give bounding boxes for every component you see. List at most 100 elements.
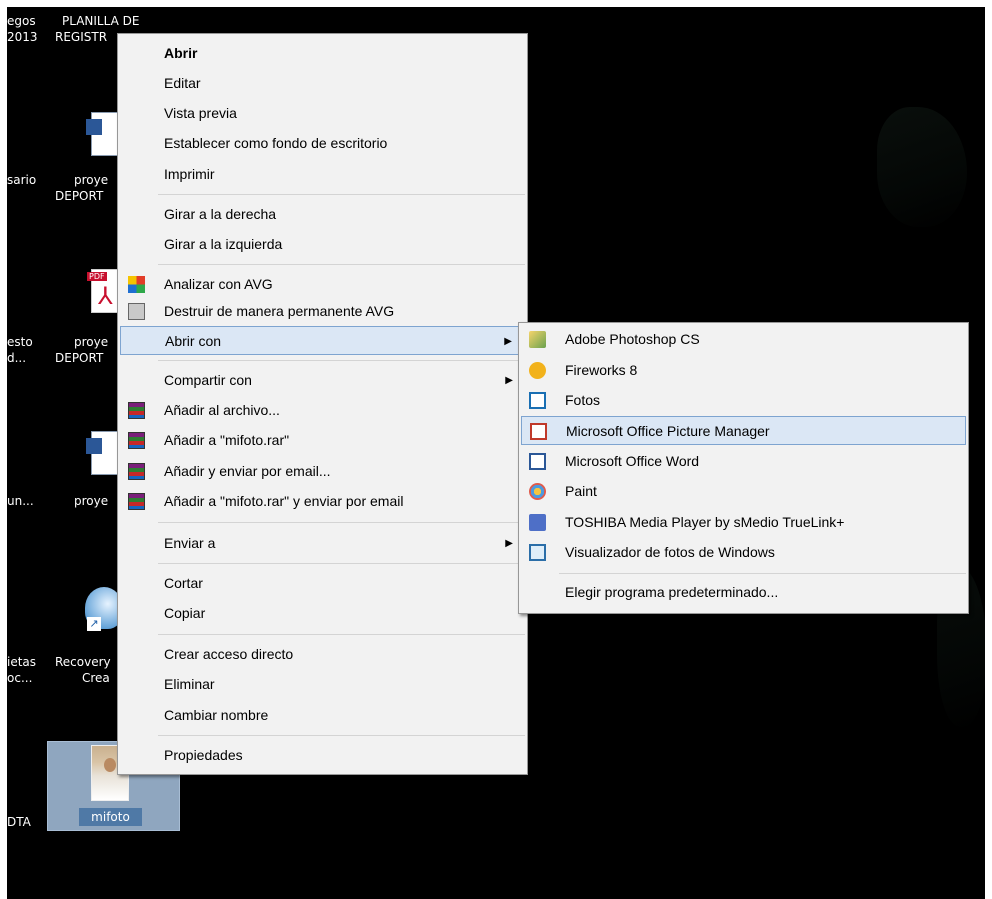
desktop-icon-label[interactable]: DEPORT bbox=[55, 189, 103, 204]
app-item-visualizador-fotos[interactable]: Visualizador de fotos de Windows bbox=[521, 538, 966, 567]
desktop-icon-label[interactable]: Crea bbox=[82, 671, 110, 686]
menu-item-cambiar-nombre[interactable]: Cambiar nombre bbox=[120, 701, 525, 730]
shredder-icon bbox=[128, 303, 145, 320]
menu-item-label: Microsoft Office Picture Manager bbox=[566, 423, 770, 439]
picture-manager-icon bbox=[530, 423, 547, 440]
app-item-toshiba-media-player[interactable]: TOSHIBA Media Player by sMedio TrueLink+ bbox=[521, 508, 966, 537]
desktop-icon-label[interactable]: proye bbox=[74, 335, 108, 350]
desktop-icon-label[interactable]: PLANILLA DE bbox=[62, 14, 139, 29]
app-item-paint[interactable]: Paint bbox=[521, 477, 966, 506]
menu-item-label: Vista previa bbox=[164, 105, 237, 121]
menu-item-editar[interactable]: Editar bbox=[120, 69, 525, 98]
menu-item-label: Editar bbox=[164, 75, 201, 91]
menu-item-label: Copiar bbox=[164, 605, 206, 621]
desktop-label: un... bbox=[7, 494, 34, 508]
menu-item-vista-previa[interactable]: Vista previa bbox=[120, 99, 525, 128]
menu-item-label: Añadir a "mifoto.rar" bbox=[164, 432, 290, 448]
desktop-icon-label[interactable]: REGISTR bbox=[55, 30, 107, 45]
desktop-icon-label[interactable]: Recovery bbox=[55, 655, 111, 670]
menu-separator bbox=[158, 735, 525, 736]
menu-item-enviar-a[interactable]: Enviar a ▶ bbox=[120, 529, 525, 558]
menu-item-anadir-rar-email[interactable]: Añadir a "mifoto.rar" y enviar por email bbox=[120, 487, 525, 516]
app-item-picture-manager[interactable]: Microsoft Office Picture Manager bbox=[521, 416, 966, 445]
menu-item-label: Propiedades bbox=[164, 747, 243, 763]
desktop-label: sario bbox=[7, 173, 37, 187]
desktop-label: egos bbox=[7, 14, 36, 28]
media-player-icon bbox=[529, 514, 546, 531]
desktop-label: DTA bbox=[7, 815, 31, 829]
menu-item-label: Enviar a bbox=[164, 535, 216, 551]
menu-item-abrir[interactable]: Abrir bbox=[120, 39, 525, 68]
photoshop-icon bbox=[529, 331, 546, 348]
menu-item-girar-derecha[interactable]: Girar a la derecha bbox=[120, 200, 525, 229]
menu-separator bbox=[158, 194, 525, 195]
menu-item-anadir-rar[interactable]: Añadir a "mifoto.rar" bbox=[120, 426, 525, 455]
menu-item-label: Abrir bbox=[164, 45, 198, 61]
winrar-icon bbox=[128, 402, 145, 419]
app-item-fotos[interactable]: Fotos bbox=[521, 386, 966, 415]
menu-item-label: Abrir con bbox=[165, 333, 222, 349]
menu-item-label: Paint bbox=[565, 483, 597, 499]
desktop-icon-label[interactable]: proye bbox=[74, 173, 108, 188]
menu-item-imprimir[interactable]: Imprimir bbox=[120, 160, 525, 189]
menu-item-propiedades[interactable]: Propiedades bbox=[120, 741, 525, 770]
menu-item-fondo-escritorio[interactable]: Establecer como fondo de escritorio bbox=[120, 129, 525, 158]
menu-item-label: Establecer como fondo de escritorio bbox=[164, 135, 388, 151]
menu-item-anadir-archivo[interactable]: Añadir al archivo... bbox=[120, 396, 525, 425]
menu-item-label: Girar a la izquierda bbox=[164, 236, 283, 252]
submenu-arrow-icon: ▶ bbox=[505, 538, 513, 549]
menu-separator bbox=[559, 573, 966, 574]
menu-item-girar-izquierda[interactable]: Girar a la izquierda bbox=[120, 230, 525, 259]
menu-item-label: Añadir al archivo... bbox=[164, 402, 280, 418]
menu-item-cortar[interactable]: Cortar bbox=[120, 569, 525, 598]
menu-item-label: Girar a la derecha bbox=[164, 206, 277, 222]
paint-palette-icon bbox=[529, 483, 546, 500]
winrar-icon bbox=[128, 493, 145, 510]
menu-item-analizar-avg[interactable]: Analizar con AVG bbox=[120, 270, 525, 299]
desktop-label: oc... bbox=[7, 671, 33, 685]
menu-separator bbox=[158, 522, 525, 523]
menu-item-crear-acceso-directo[interactable]: Crear acceso directo bbox=[120, 640, 525, 669]
desktop-icon-label[interactable]: DEPORT bbox=[55, 351, 103, 366]
fireworks-icon bbox=[529, 362, 546, 379]
photo-viewer-icon bbox=[529, 544, 546, 561]
menu-separator bbox=[158, 563, 525, 564]
menu-separator bbox=[158, 264, 525, 265]
selected-file-label[interactable]: mifoto bbox=[79, 808, 142, 826]
wallpaper-leaf bbox=[877, 107, 967, 227]
desktop-label: d... bbox=[7, 351, 27, 365]
menu-item-anadir-enviar-email[interactable]: Añadir y enviar por email... bbox=[120, 457, 525, 486]
menu-item-label: Fotos bbox=[565, 392, 601, 408]
menu-item-elegir-programa[interactable]: Elegir programa predeterminado... bbox=[521, 578, 966, 607]
menu-item-label: Analizar con AVG bbox=[164, 276, 273, 292]
menu-item-copiar[interactable]: Copiar bbox=[120, 599, 525, 628]
menu-item-label: Cambiar nombre bbox=[164, 707, 269, 723]
winrar-icon bbox=[128, 463, 145, 480]
menu-item-destruir-avg[interactable]: Destruir de manera permanente AVG bbox=[120, 297, 525, 326]
desktop-label: esto bbox=[7, 335, 33, 349]
submenu-arrow-icon: ▶ bbox=[504, 336, 512, 347]
menu-item-label: Añadir a "mifoto.rar" y enviar por email bbox=[164, 493, 404, 509]
winrar-icon bbox=[128, 432, 145, 449]
menu-item-label: Adobe Photoshop CS bbox=[565, 331, 700, 347]
photos-app-icon bbox=[529, 392, 546, 409]
desktop-icon-label[interactable]: proye bbox=[74, 494, 108, 509]
app-item-photoshop[interactable]: Adobe Photoshop CS bbox=[521, 325, 966, 354]
menu-item-label: Compartir con bbox=[164, 372, 252, 388]
menu-item-compartir-con[interactable]: Compartir con ▶ bbox=[120, 366, 525, 395]
menu-item-label: Visualizador de fotos de Windows bbox=[565, 544, 775, 560]
menu-item-label: Microsoft Office Word bbox=[565, 453, 700, 469]
menu-item-abrir-con[interactable]: Abrir con ▶ bbox=[120, 326, 525, 355]
menu-item-label: Destruir de manera permanente AVG bbox=[164, 303, 395, 319]
menu-item-label: Cortar bbox=[164, 575, 203, 591]
menu-item-label: Elegir programa predeterminado... bbox=[565, 584, 779, 600]
menu-item-label: Fireworks 8 bbox=[565, 362, 638, 378]
menu-item-label: Crear acceso directo bbox=[164, 646, 294, 662]
word-icon bbox=[529, 453, 546, 470]
desktop-label: 2013 bbox=[7, 30, 38, 44]
menu-item-eliminar[interactable]: Eliminar bbox=[120, 670, 525, 699]
app-item-word[interactable]: Microsoft Office Word bbox=[521, 447, 966, 476]
app-item-fireworks[interactable]: Fireworks 8 bbox=[521, 356, 966, 385]
open-with-submenu: Adobe Photoshop CS Fireworks 8 Fotos Mic… bbox=[518, 322, 969, 614]
menu-item-label: TOSHIBA Media Player by sMedio TrueLink+ bbox=[565, 514, 845, 530]
